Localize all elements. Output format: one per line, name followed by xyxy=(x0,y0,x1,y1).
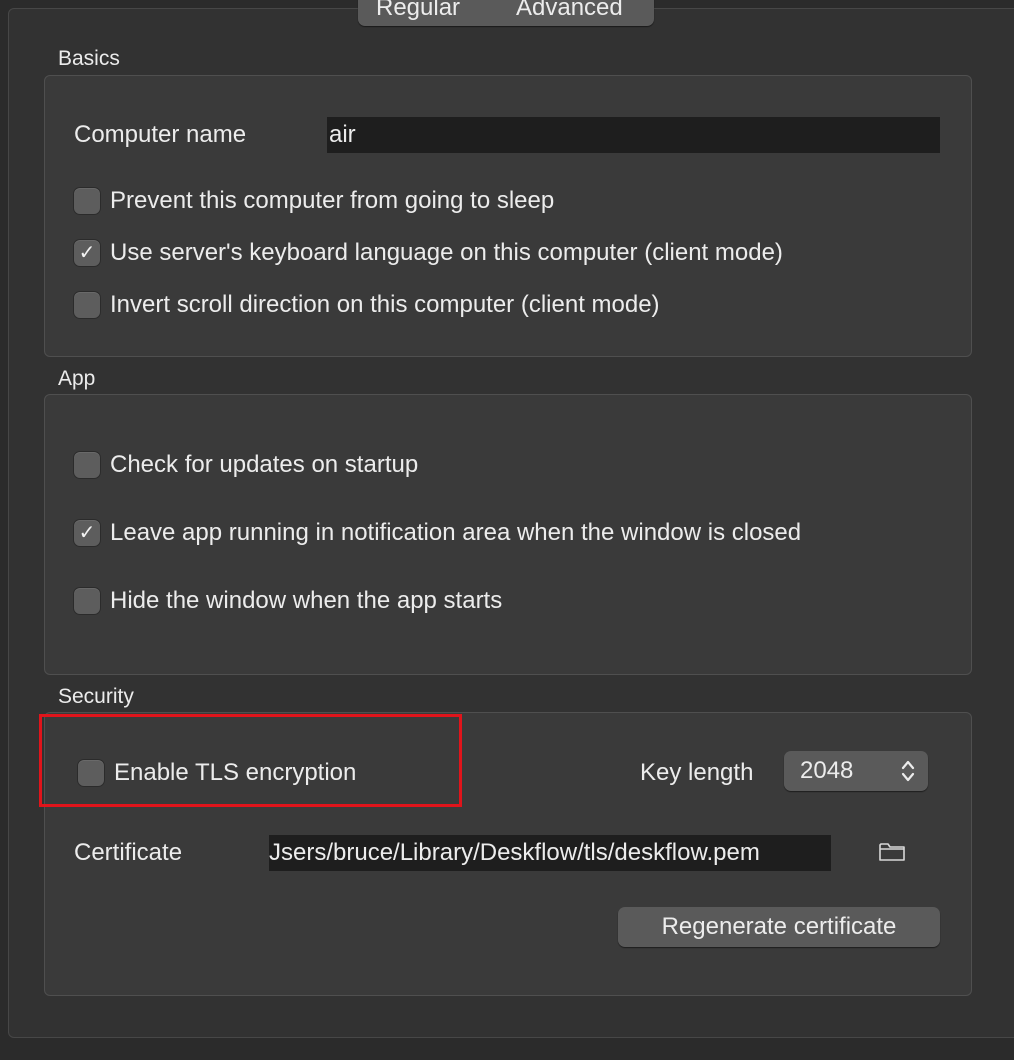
computer-name-input[interactable]: air xyxy=(327,117,940,153)
invert-scroll-label: Invert scroll direction on this computer… xyxy=(110,291,660,318)
prevent-sleep-label: Prevent this computer from going to slee… xyxy=(110,187,555,214)
hide-window-label: Hide the window when the app starts xyxy=(110,587,503,614)
hide-window-checkbox[interactable] xyxy=(74,588,100,614)
key-length-label: Key length xyxy=(640,759,754,786)
tab-bar: Regular Advanced xyxy=(358,0,654,26)
regenerate-certificate-button[interactable]: Regenerate certificate xyxy=(618,907,940,947)
chevron-up-down-icon xyxy=(901,760,915,782)
leave-running-checkbox-row[interactable]: ✓ Leave app running in notification area… xyxy=(74,518,801,548)
prevent-sleep-checkbox-row[interactable]: Prevent this computer from going to slee… xyxy=(74,186,554,216)
app-group-title: App xyxy=(58,367,96,390)
tab-regular[interactable]: Regular xyxy=(376,0,460,26)
leave-running-label: Leave app running in notification area w… xyxy=(110,519,802,546)
certificate-path-input[interactable]: Jsers/bruce/Library/Deskflow/tls/deskflo… xyxy=(269,835,831,871)
folder-icon[interactable] xyxy=(878,840,906,864)
check-updates-checkbox-row[interactable]: Check for updates on startup xyxy=(74,450,418,480)
use-server-keyboard-checkbox[interactable]: ✓ xyxy=(74,240,100,266)
leave-running-checkbox[interactable]: ✓ xyxy=(74,520,100,546)
key-length-value: 2048 xyxy=(800,757,854,784)
invert-scroll-checkbox[interactable] xyxy=(74,292,100,318)
check-updates-checkbox[interactable] xyxy=(74,452,100,478)
tab-advanced[interactable]: Advanced xyxy=(516,0,623,26)
hide-window-checkbox-row[interactable]: Hide the window when the app starts xyxy=(74,586,502,616)
certificate-label: Certificate xyxy=(74,839,183,866)
security-group-title: Security xyxy=(58,685,134,708)
computer-name-label: Computer name xyxy=(74,121,247,148)
invert-scroll-checkbox-row[interactable]: Invert scroll direction on this computer… xyxy=(74,290,660,320)
basics-group-title: Basics xyxy=(58,47,120,70)
use-server-keyboard-checkbox-row[interactable]: ✓ Use server's keyboard language on this… xyxy=(74,238,783,268)
prevent-sleep-checkbox[interactable] xyxy=(74,188,100,214)
highlight-annotation xyxy=(39,714,462,807)
check-updates-label: Check for updates on startup xyxy=(110,451,419,478)
key-length-select[interactable]: 2048 xyxy=(784,751,928,791)
use-server-keyboard-label: Use server's keyboard language on this c… xyxy=(110,239,783,266)
